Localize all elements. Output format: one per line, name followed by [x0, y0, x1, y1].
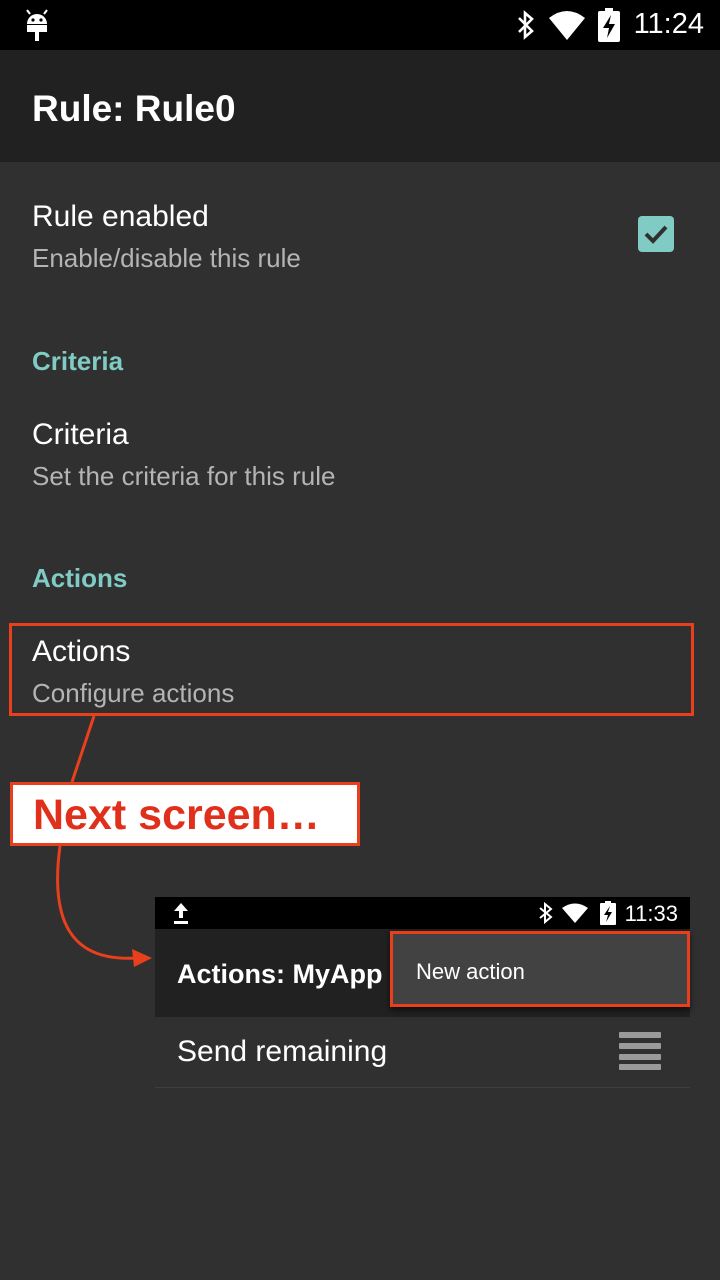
bluetooth-icon: [518, 10, 534, 40]
list-item[interactable]: Send remaining: [155, 1017, 690, 1088]
criteria-title: Criteria: [32, 418, 129, 451]
battery-charging-icon: [598, 8, 620, 42]
inset-bluetooth-icon: [539, 902, 553, 924]
rule-enabled-summary: Enable/disable this rule: [32, 243, 301, 273]
next-screen-callout: Next screen…: [10, 782, 360, 846]
status-time: 11:24: [633, 8, 704, 40]
rule-enabled-checkbox[interactable]: [638, 216, 674, 252]
rule-enabled-pref[interactable]: Rule enabled Enable/disable this rule: [0, 186, 720, 286]
app-bar: Rule: Rule0: [0, 50, 720, 162]
inset-status-time: 11:33: [624, 901, 678, 926]
android-debug-icon: [26, 9, 48, 41]
inset-wifi-icon: [562, 903, 588, 923]
rule-enabled-title: Rule enabled: [32, 200, 209, 233]
actions-title: Actions: [32, 635, 131, 668]
upload-icon: [174, 903, 188, 924]
check-icon: [644, 225, 668, 244]
criteria-summary: Set the criteria for this rule: [32, 461, 336, 491]
inset-status-bar: 11:33: [155, 897, 690, 929]
inset-page-title: Actions: MyApp: [177, 959, 383, 989]
criteria-pref[interactable]: Criteria Set the criteria for this rule: [0, 404, 720, 504]
page-title: Rule: Rule0: [32, 88, 236, 129]
wifi-icon: [549, 11, 585, 40]
inset-battery-icon: [600, 901, 616, 925]
callout-text: Next screen…: [33, 791, 320, 839]
category-actions: Actions: [32, 563, 128, 593]
list-item-label: Send remaining: [177, 1035, 388, 1068]
category-criteria: Criteria: [32, 346, 124, 376]
new-action-highlight: [390, 931, 690, 1007]
drag-handle-icon[interactable]: [619, 1032, 661, 1070]
status-bar: 11:24: [0, 0, 720, 50]
